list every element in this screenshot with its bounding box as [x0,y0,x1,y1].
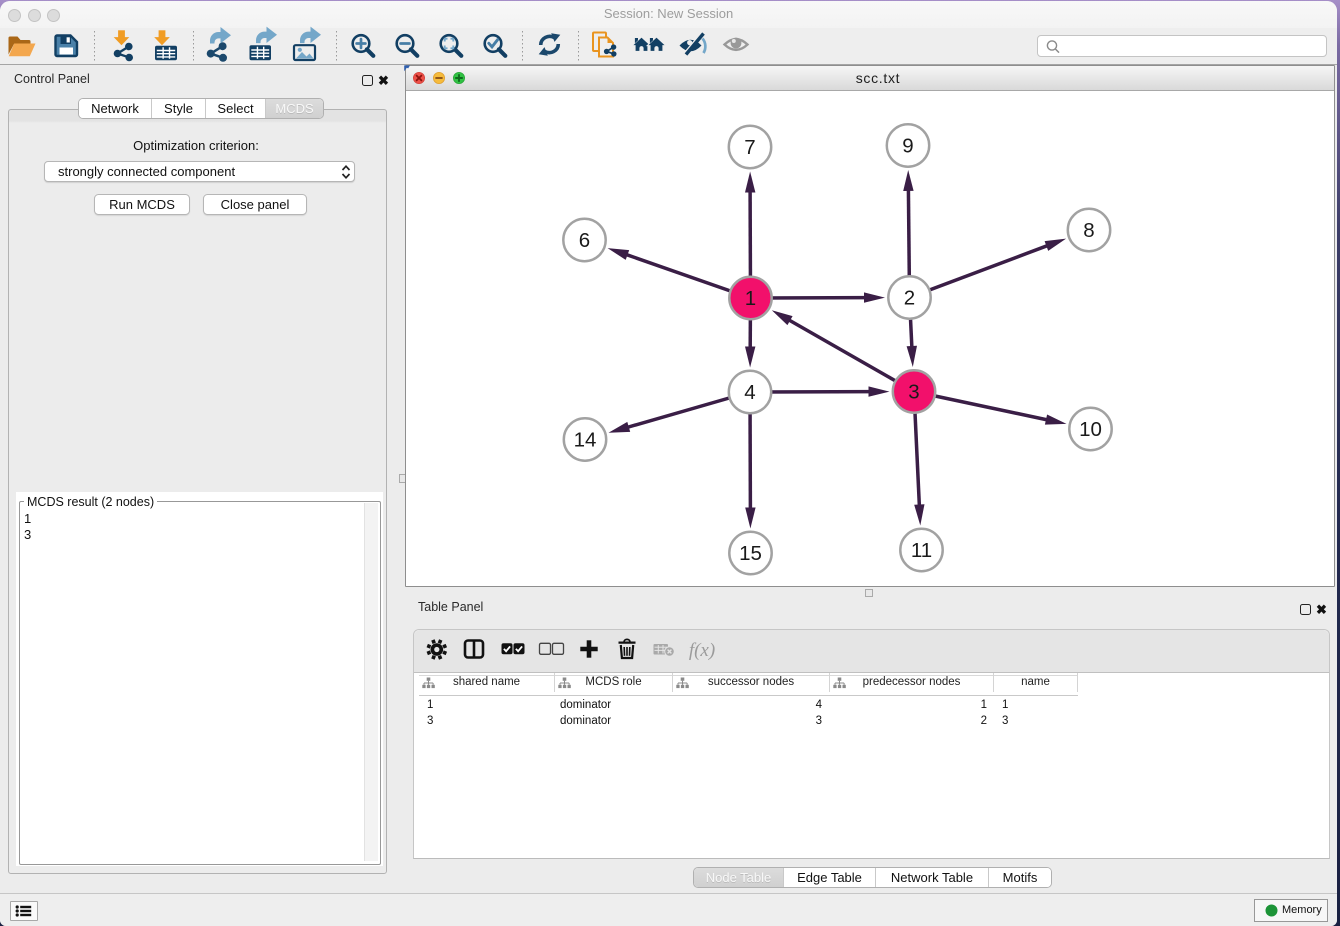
svg-text:1: 1 [745,287,756,310]
svg-text:4: 4 [744,381,755,404]
svg-text:7: 7 [744,136,755,159]
svg-text:3: 3 [908,381,919,404]
svg-text:8: 8 [1083,219,1094,242]
svg-text:6: 6 [579,229,590,252]
svg-text:2: 2 [904,287,915,310]
svg-text:15: 15 [739,542,762,565]
svg-text:9: 9 [902,135,913,158]
svg-text:11: 11 [911,539,932,562]
svg-text:14: 14 [574,429,597,452]
svg-text:10: 10 [1079,418,1102,441]
svg-text:f(x): f(x) [689,640,715,661]
